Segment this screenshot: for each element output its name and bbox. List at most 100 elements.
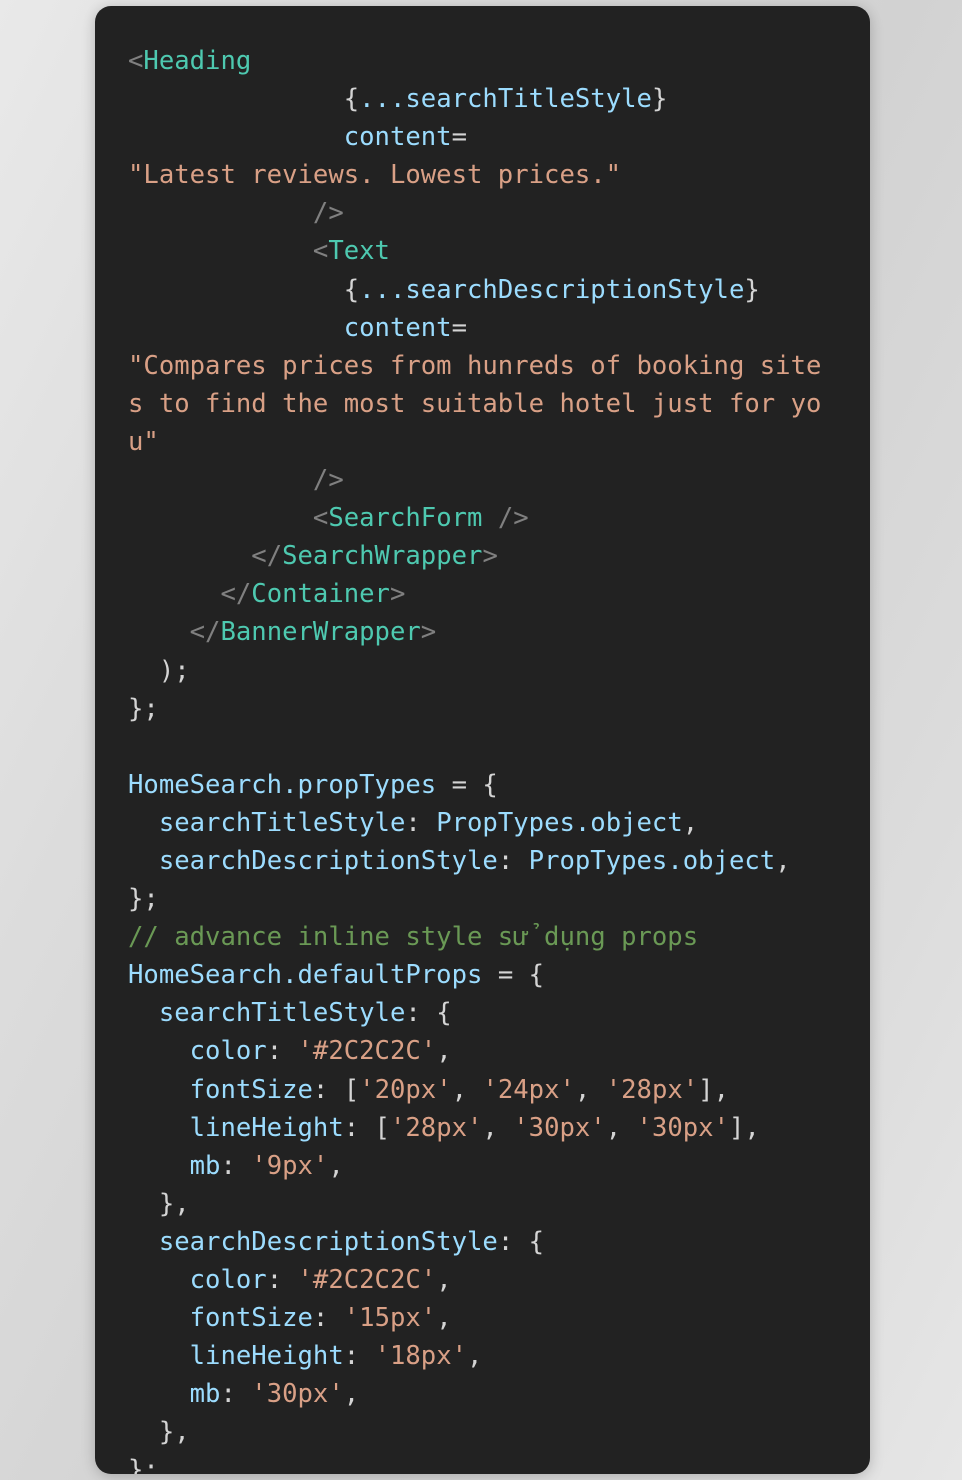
token-plain: , bbox=[605, 1112, 637, 1143]
token-punct: < bbox=[312, 503, 329, 534]
token-punct: < bbox=[128, 46, 144, 76]
token-brace: } bbox=[651, 84, 668, 115]
token-plain: ], bbox=[698, 1074, 729, 1105]
token-ident: searchTitleStyle bbox=[158, 807, 406, 838]
token-attr: searchTitleStyle bbox=[405, 84, 652, 115]
code-line: fontSize: ['20px', '24px', '28px'], bbox=[128, 1071, 860, 1109]
token-plain: : [ bbox=[312, 1074, 360, 1105]
token-plain: ], bbox=[728, 1112, 760, 1143]
token-ident: fontSize bbox=[189, 1303, 313, 1334]
token-plain: : { bbox=[497, 1226, 545, 1257]
token-plain: }, bbox=[128, 1417, 190, 1448]
code-line: color: '#2C2C2C', bbox=[128, 1032, 860, 1070]
token-plain: }; bbox=[128, 693, 159, 724]
code-line: searchDescriptionStyle: { bbox=[128, 1223, 860, 1261]
token-ident: color bbox=[189, 1265, 267, 1295]
token-ident: lineHeight bbox=[189, 1341, 344, 1372]
token-comment: // advance inline style sử dụng props bbox=[128, 922, 699, 953]
token-tag: BannerWrapper bbox=[220, 617, 421, 648]
token-punct: </ bbox=[220, 579, 252, 610]
code-line: }; bbox=[128, 880, 860, 918]
code-line: }, bbox=[128, 1413, 860, 1451]
code-line: lineHeight: '18px', bbox=[128, 1337, 860, 1375]
token-str: u" bbox=[128, 426, 159, 457]
code-line: mb: '30px', bbox=[128, 1375, 860, 1413]
token-plain: = { bbox=[482, 960, 545, 991]
code-line: </SearchWrapper> bbox=[128, 537, 860, 575]
token-plain: ); bbox=[128, 655, 190, 686]
code-line: {...searchTitleStyle} bbox=[128, 80, 860, 118]
token-plain: : { bbox=[405, 998, 452, 1029]
code-line: u" bbox=[128, 423, 860, 461]
code-line: }, bbox=[128, 1185, 860, 1223]
code-line: "Compares prices from hunreds of booking… bbox=[128, 347, 860, 385]
code-line: s to find the most suitable hotel just f… bbox=[128, 385, 860, 423]
token-brace: = bbox=[451, 312, 468, 343]
token-ident: color bbox=[189, 1036, 267, 1067]
code-line: content= bbox=[128, 309, 860, 347]
token-punct: /> bbox=[312, 465, 344, 496]
token-ident: mb bbox=[189, 1150, 221, 1181]
code-line: }; bbox=[128, 690, 860, 728]
code-line: content= bbox=[128, 118, 860, 156]
token-plain: }; bbox=[128, 1455, 159, 1474]
code-line: HomeSearch.defaultProps = { bbox=[128, 956, 860, 994]
token-plain: : bbox=[343, 1341, 375, 1372]
token-plain: : [ bbox=[343, 1112, 390, 1143]
token-attr: content bbox=[343, 312, 452, 343]
token-plain: : bbox=[405, 807, 437, 838]
token-attr: content bbox=[343, 122, 452, 153]
code-line: fontSize: '15px', bbox=[128, 1299, 860, 1337]
token-str: '30px' bbox=[513, 1112, 606, 1143]
token-str: '24px' bbox=[482, 1074, 575, 1105]
token-str: '28px' bbox=[389, 1112, 483, 1143]
code-line: mb: '9px', bbox=[128, 1147, 860, 1185]
token-plain: , bbox=[574, 1074, 606, 1105]
token-ident: searchDescriptionStyle bbox=[158, 845, 498, 876]
token-tag: Heading bbox=[143, 46, 252, 76]
token-plain: : bbox=[220, 1150, 252, 1181]
code-line: </BannerWrapper> bbox=[128, 613, 860, 651]
screenshot-stage: <Heading {...searchTitleStyle} content= "… bbox=[0, 0, 962, 1480]
code-line: <SearchForm /> bbox=[128, 499, 860, 537]
token-brace: { bbox=[343, 274, 360, 305]
code-line: "Latest reviews. Lowest prices." bbox=[128, 156, 860, 194]
token-punct: > bbox=[389, 579, 406, 610]
token-plain: , bbox=[451, 1074, 483, 1105]
token-str: '28px' bbox=[605, 1074, 699, 1105]
code-content[interactable]: <Heading {...searchTitleStyle} content= "… bbox=[128, 42, 860, 1474]
code-line: </Container> bbox=[128, 575, 860, 613]
token-plain: , bbox=[436, 1036, 452, 1067]
token-tag: Container bbox=[251, 579, 390, 610]
token-tag: SearchForm bbox=[328, 503, 483, 534]
token-plain: , bbox=[328, 1150, 344, 1181]
token-str: '20px' bbox=[359, 1074, 452, 1105]
token-plain: }, bbox=[128, 1188, 190, 1219]
code-line: searchTitleStyle: PropTypes.object, bbox=[128, 804, 860, 842]
token-plain: , bbox=[436, 1265, 452, 1295]
code-line: }; bbox=[128, 1451, 860, 1474]
token-str: '15px' bbox=[343, 1303, 437, 1334]
token-ident: PropTypes.object bbox=[528, 845, 776, 876]
code-line: /> bbox=[128, 194, 860, 232]
token-ident: searchTitleStyle bbox=[158, 998, 406, 1029]
token-plain: }; bbox=[128, 884, 159, 915]
